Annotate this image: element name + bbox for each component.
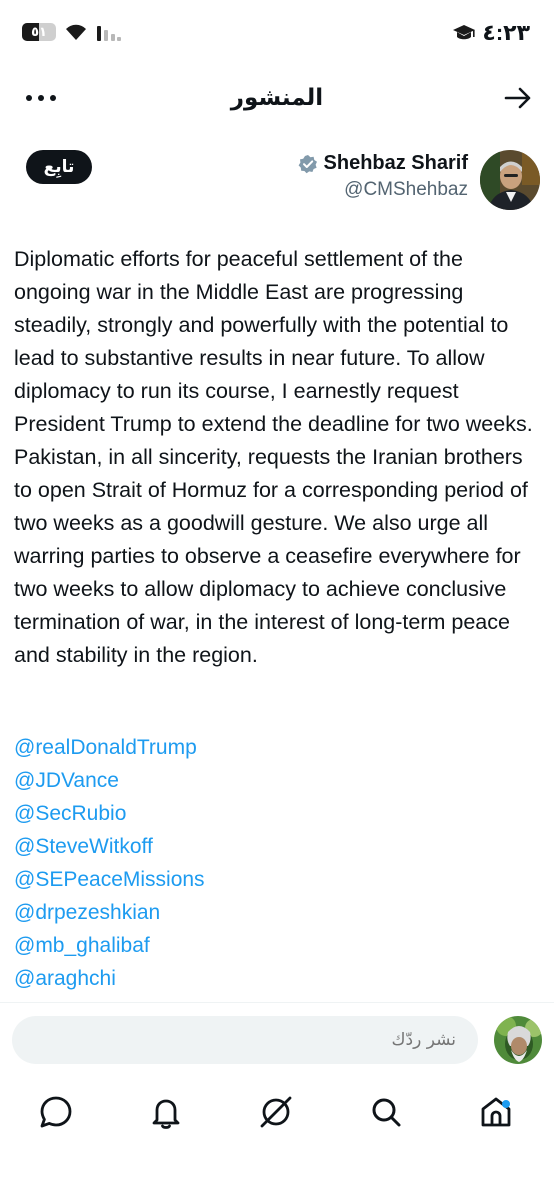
author-info[interactable]: Shehbaz Sharif @CMShehbaz — [298, 152, 468, 201]
mention-link[interactable]: @mb_ghalibaf — [14, 929, 540, 962]
mention-link[interactable]: @realDonaldTrump — [14, 731, 540, 764]
mention-link[interactable]: @SecRubio — [14, 797, 540, 830]
mention-link[interactable]: @SteveWitkoff — [14, 830, 540, 863]
mention-link[interactable]: @SEPeaceMissions — [14, 863, 540, 896]
page-title: المنشور — [230, 84, 324, 110]
arrow-right-icon[interactable] — [502, 82, 534, 114]
author-handle: @CMShehbaz — [344, 179, 468, 200]
search-icon — [372, 1098, 401, 1127]
reply-divider — [0, 1002, 554, 1003]
home-unread-dot — [502, 1100, 510, 1108]
nav-notifications[interactable] — [146, 1092, 186, 1132]
nav-messages[interactable] — [36, 1092, 76, 1132]
status-time: ٤:٢٣ — [482, 20, 530, 45]
reply-avatar[interactable] — [494, 1016, 542, 1064]
avatar-image — [480, 150, 540, 210]
mention-link[interactable]: @JDVance — [14, 764, 540, 797]
battery-icon: ٥١ — [22, 23, 56, 41]
status-right: ٤:٢٣ — [452, 20, 530, 46]
wifi-icon — [66, 24, 86, 40]
messages-icon — [40, 1096, 72, 1128]
bottom-nav — [0, 1080, 554, 1144]
post-text: Diplomatic efforts for peaceful settleme… — [14, 247, 533, 667]
mention-link[interactable]: @araghchi — [14, 962, 540, 995]
nav-search[interactable] — [366, 1092, 406, 1132]
status-icons-left: ٥١ — [22, 22, 122, 42]
status-bar: ٥١ ٤:٢٣ — [0, 0, 554, 64]
follow-button[interactable]: تابِع — [26, 150, 92, 184]
reply-avatar-image — [494, 1016, 542, 1064]
author-name-line: Shehbaz Sharif — [298, 152, 468, 175]
mention-link[interactable]: @drpezeshkian — [14, 896, 540, 929]
graduation-cap-icon — [453, 25, 476, 40]
grok-icon — [260, 1096, 292, 1128]
battery-label: ٥١ — [31, 24, 47, 39]
post-author: تابِع Shehbaz Sharif @CMShehbaz — [0, 148, 554, 218]
signal-icon — [97, 26, 121, 41]
author-avatar[interactable] — [480, 150, 540, 210]
author-name: Shehbaz Sharif — [323, 152, 468, 174]
post-mentions: @realDonaldTrump @JDVance @SecRubio @Ste… — [14, 731, 540, 995]
nav-grok[interactable] — [256, 1092, 296, 1132]
reply-input[interactable] — [12, 1016, 478, 1064]
nav-home[interactable] — [476, 1092, 516, 1132]
verified-badge-icon — [298, 154, 317, 173]
page-header: المنشور — [0, 72, 554, 128]
home-icon — [481, 1097, 511, 1127]
notifications-icon — [152, 1099, 180, 1129]
